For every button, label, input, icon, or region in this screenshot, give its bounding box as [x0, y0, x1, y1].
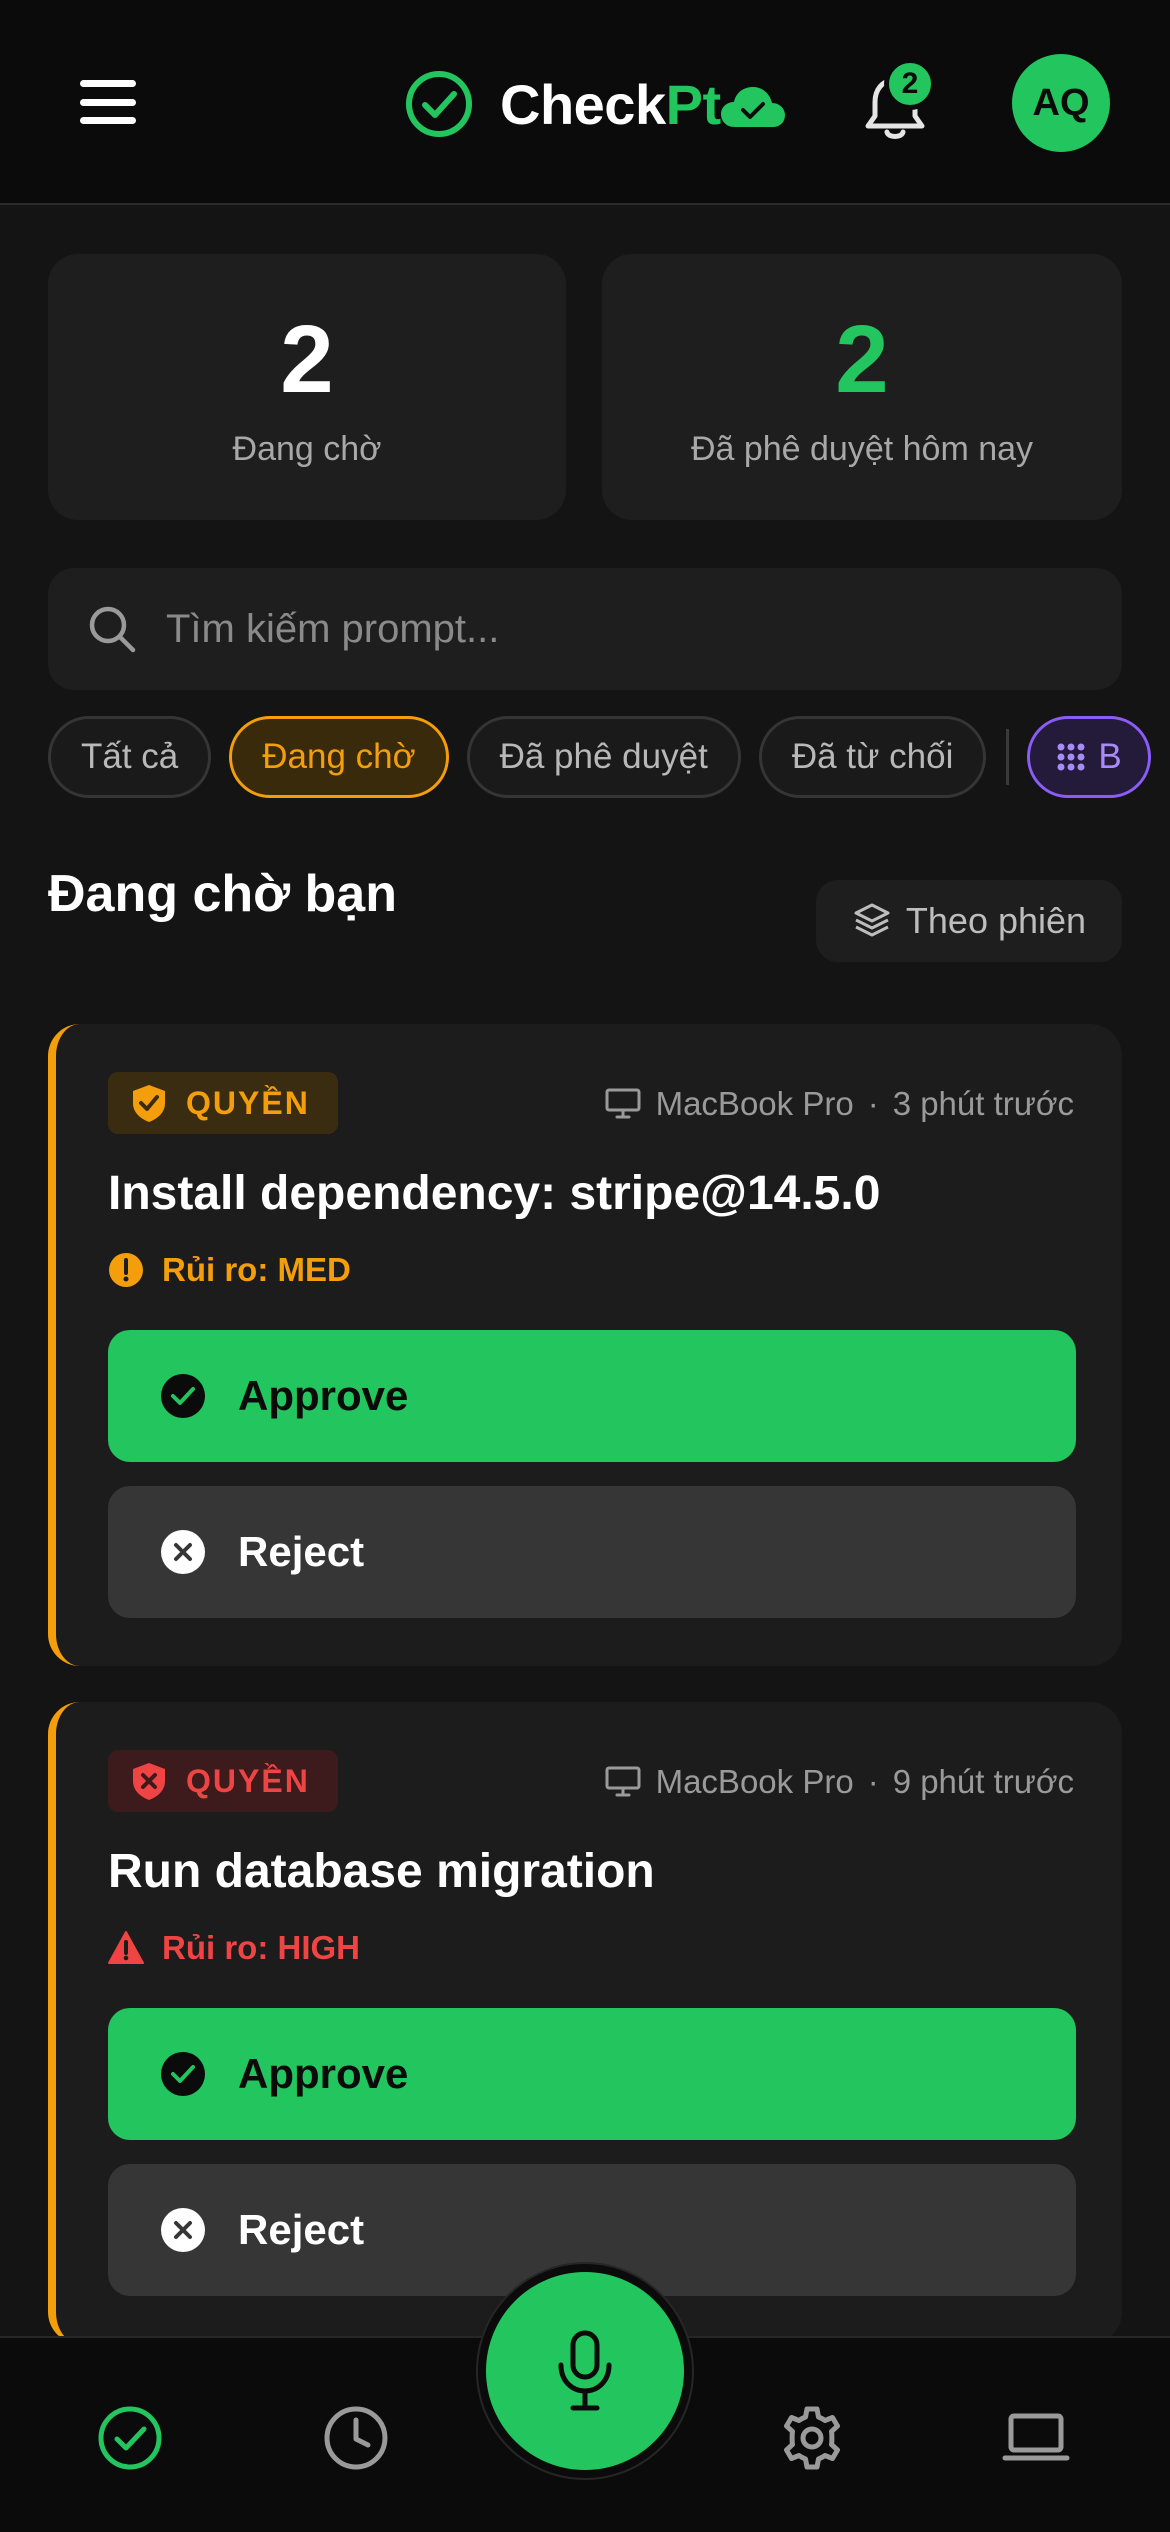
meta-separator: ·	[867, 1763, 879, 1800]
permission-badge-label: QUYỀN	[186, 1084, 310, 1121]
check-circle-icon	[406, 71, 472, 137]
notification-badge: 2	[884, 58, 936, 110]
device-name: MacBook Pro	[655, 1763, 854, 1800]
brand-prefix: Check	[500, 72, 666, 136]
filter-chips: Tất cả Đang chờ Đã phê duyệt Đã từ chối …	[48, 716, 1169, 798]
permission-badge: QUYỀN	[108, 1072, 338, 1134]
approved-label: Đã phê duyệt hôm nay	[690, 430, 1034, 468]
desktop-icon	[605, 1766, 641, 1797]
risk-label: Rủi ro: HIGH	[162, 1929, 360, 1966]
filter-chip-all[interactable]: Tất cả	[48, 716, 212, 798]
menu-line	[80, 80, 136, 87]
risk-label: Rủi ro: MED	[162, 1251, 351, 1288]
warning-triangle-icon	[108, 1931, 144, 1964]
chip-divider	[1006, 729, 1010, 785]
pending-stat-card[interactable]: 2 Đang chờ	[48, 254, 566, 520]
permission-badge: QUYỀN	[108, 1750, 338, 1812]
request-card[interactable]: QUYỀN MacBook Pro · 9 phút trước Run dat…	[48, 1702, 1122, 2344]
layers-icon	[854, 903, 890, 937]
permission-badge-label: QUYỀN	[186, 1762, 310, 1799]
reject-label: Reject	[238, 1528, 365, 1575]
risk-level: Rủi ro: HIGH	[108, 1924, 360, 1972]
home-icon	[98, 2406, 162, 2470]
voice-record-button[interactable]	[486, 2272, 684, 2470]
shield-x-icon	[133, 1763, 165, 1800]
settings-icon	[784, 2406, 840, 2470]
filter-chip-pending[interactable]: Đang chờ	[229, 716, 449, 798]
group-by-session-label: Theo phiên	[905, 900, 1087, 941]
group-by-session-button[interactable]: Theo phiên	[816, 880, 1122, 962]
request-time: 3 phút trước	[892, 1085, 1074, 1122]
search-icon	[89, 606, 136, 653]
menu-line	[80, 117, 136, 124]
brand-accent: Pt	[665, 72, 722, 136]
menu-line	[80, 98, 136, 106]
mic-icon	[558, 2330, 612, 2411]
grid-icon	[1057, 743, 1085, 771]
request-card[interactable]: QUYỀN MacBook Pro · 3 phút trước Install…	[48, 1024, 1122, 1666]
approve-label: Approve	[238, 1372, 409, 1419]
x-circle-icon	[161, 2208, 205, 2252]
filter-chip-approved[interactable]: Đã phê duyệt	[466, 716, 741, 798]
request-time: 9 phút trước	[892, 1763, 1074, 1800]
approve-label: Approve	[238, 2050, 409, 2097]
check-circle-icon	[161, 2052, 205, 2096]
alert-circle-icon	[109, 1253, 143, 1287]
shield-check-icon	[133, 1085, 165, 1122]
nav-home-label-fragment	[30, 2488, 230, 2502]
request-title: Install dependency: stripe@14.5.0	[108, 1167, 881, 1220]
search-input[interactable]	[164, 589, 1122, 669]
nav-settings[interactable]	[772, 2398, 852, 2478]
meta-separator: ·	[867, 1085, 879, 1122]
x-circle-icon	[161, 1530, 205, 1574]
nav-settings-label-fragment	[712, 2488, 912, 2502]
filter-chip-rejected[interactable]: Đã từ chối	[758, 716, 987, 798]
nav-home[interactable]	[90, 2398, 170, 2478]
approve-button[interactable]: Approve	[108, 1330, 1076, 1462]
history-icon	[324, 2406, 388, 2470]
device-name: MacBook Pro	[655, 1085, 854, 1122]
brand-logo: CheckPt	[404, 66, 789, 142]
approved-today-stat-card[interactable]: 2 Đã phê duyệt hôm nay	[602, 254, 1122, 520]
reject-button[interactable]: Reject	[108, 1486, 1076, 1618]
request-meta: MacBook Pro · 9 phút trước	[604, 1758, 1074, 1806]
filter-chip-extra-label: B	[1098, 737, 1122, 776]
check-circle-icon	[161, 1374, 205, 1418]
nav-devices-label-fragment	[936, 2488, 1136, 2502]
risk-level: Rủi ro: MED	[108, 1246, 351, 1294]
approve-button[interactable]: Approve	[108, 2008, 1076, 2140]
request-meta: MacBook Pro · 3 phút trước	[604, 1080, 1074, 1128]
section-title: Đang chờ bạn	[48, 865, 397, 923]
filter-chip-extra[interactable]: B	[1027, 716, 1151, 798]
avatar[interactable]: AQ	[1012, 54, 1110, 152]
desktop-icon	[605, 1088, 641, 1119]
app-header: CheckPt 2 AQ	[0, 0, 1170, 205]
laptop-icon	[1002, 2413, 1070, 2461]
pending-label: Đang chờ	[232, 430, 382, 468]
nav-history[interactable]	[316, 2398, 396, 2478]
pending-count: 2	[280, 306, 334, 413]
approved-count: 2	[835, 306, 889, 413]
nav-history-label-fragment	[256, 2488, 456, 2502]
brand-name: CheckPt	[500, 72, 721, 137]
cloud-check-icon	[720, 87, 785, 127]
hamburger-menu-button[interactable]	[62, 70, 154, 134]
request-title: Run database migration	[108, 1845, 655, 1898]
reject-label: Reject	[238, 2206, 365, 2253]
nav-devices[interactable]	[996, 2398, 1076, 2478]
search-bar[interactable]	[48, 568, 1122, 690]
